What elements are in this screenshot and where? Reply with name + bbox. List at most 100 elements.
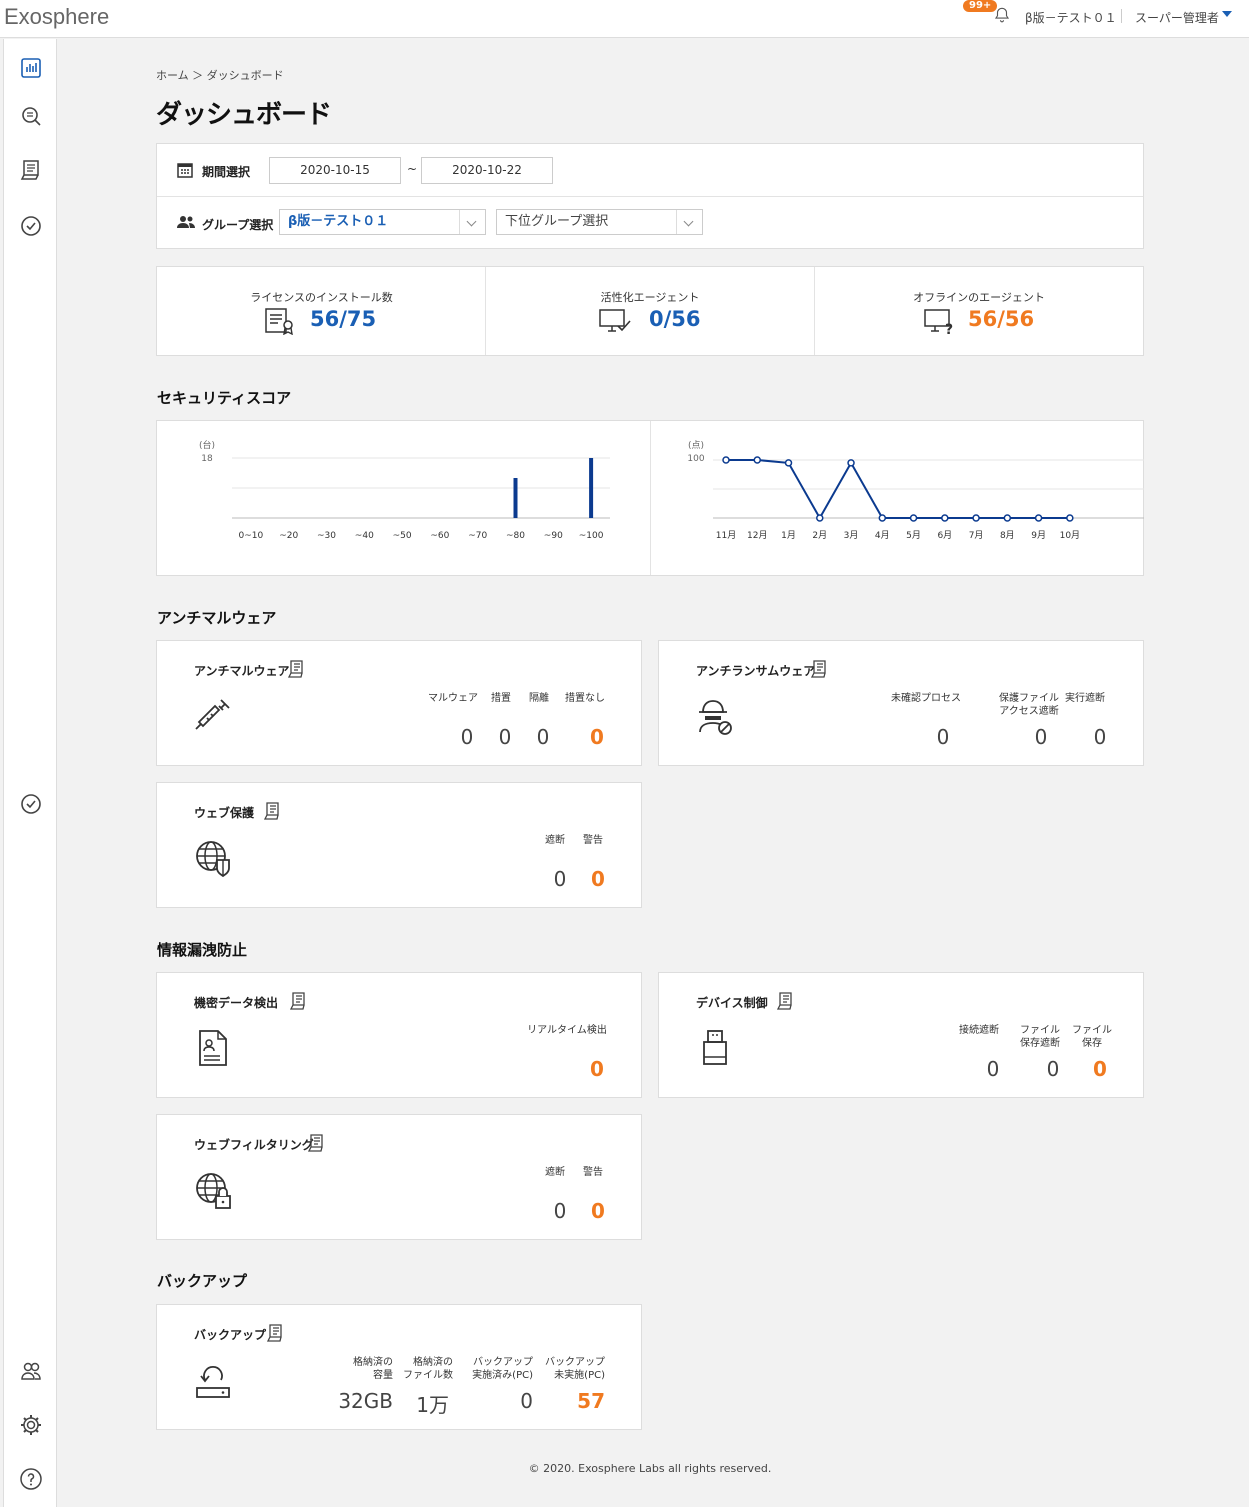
breadcrumb[interactable]: ホーム ＞ ダッシュボード (156, 67, 284, 83)
stat-offline-agents[interactable]: オフラインのエージェント ? 56/56 (814, 267, 1143, 355)
x-tick-label: 5月 (906, 530, 921, 541)
date-separator: ~ (407, 162, 418, 176)
card-antiransomware[interactable]: アンチランサムウェア 未確認プロセス 保護ファイル アクセス遮断 実行遮断 0 … (658, 640, 1144, 766)
report-icon[interactable] (811, 660, 827, 678)
gear-icon[interactable] (17, 1411, 45, 1439)
bar (513, 478, 518, 518)
calendar-icon (177, 163, 193, 178)
syringe-icon (195, 699, 230, 730)
caret-down-icon[interactable] (1222, 11, 1232, 17)
stat-value: 0/56 (649, 307, 701, 331)
col-label: マルウェア (428, 693, 478, 704)
svg-text:?: ? (945, 322, 953, 335)
app-logo[interactable]: Exosphere (4, 4, 109, 30)
col-label: 警告 (583, 835, 603, 846)
report-icon[interactable] (290, 992, 306, 1010)
no-action-count: 0 (590, 725, 604, 749)
bell-icon[interactable] (993, 6, 1011, 24)
report-icon[interactable] (267, 1324, 283, 1342)
block-count: 0 (553, 867, 567, 891)
stat-active-agents[interactable]: 活性化エージェント 0/56 (485, 267, 814, 355)
card-backup[interactable]: バックアップ 格納済の 容量 格納済の ファイル数 バックアップ 実施済み(PC… (156, 1304, 642, 1430)
col-label: ファイル 保存遮断 (1020, 1025, 1060, 1049)
quarantine-count: 0 (536, 725, 550, 749)
divider (1121, 9, 1122, 23)
users-icon[interactable] (17, 1357, 45, 1385)
y-tick-label: 18 (201, 454, 213, 464)
col-label: バックアップ 未実施(PC) (545, 1357, 605, 1381)
monitor-question-icon: ? (924, 309, 953, 335)
warning-count: 0 (591, 867, 605, 891)
action-count: 0 (498, 725, 512, 749)
y-axis-unit: (点) (688, 440, 704, 451)
subgroup-select-placeholder: 下位グループ選択 (505, 214, 609, 229)
date-from-input[interactable]: 2020-10-15 (269, 157, 401, 184)
period-row: 期間選択 2020-10-15 ~ 2020-10-22 (157, 144, 1143, 197)
score-distribution-bar-chart: (台) 18 0~10 ~20 ~30 ~40 ~50 ~60 ~70 ~80 ~90 ~100 (199, 439, 610, 541)
card-confidential-data[interactable]: 機密データ検出 リアルタイム検出 0 (156, 972, 642, 1098)
x-tick-label: 12月 (747, 530, 767, 541)
stat-license[interactable]: ライセンスのインストール数 56/75 (157, 267, 486, 355)
chevron-down-icon (459, 210, 485, 234)
date-to-input[interactable]: 2020-10-22 (421, 157, 553, 184)
section-title-dlp: 情報漏洩防止 (157, 941, 248, 959)
search-icon[interactable] (17, 102, 45, 130)
x-tick-label: 0~10 (239, 531, 264, 541)
dashboard-chart-icon[interactable] (17, 54, 45, 82)
period-label: 期間選択 (202, 165, 251, 179)
x-tick-label: 6月 (937, 530, 952, 541)
data-point (847, 459, 855, 467)
col-label: 隔離 (529, 693, 549, 704)
stat-label: ライセンスのインストール数 (250, 291, 393, 304)
user-menu[interactable]: スーパー管理者 (1135, 9, 1219, 26)
score-trend-line-chart: (点) 100 11月 12月 1月 2月 3月 4月 5月 6月 7月 8月 9月 10月 (687, 440, 1144, 541)
group-row: グループ選択 β版－テスト０１ 下位グループ選択 (157, 197, 1143, 250)
data-point (816, 514, 824, 522)
group-select[interactable]: β版－テスト０１ (279, 209, 486, 235)
block-count: 0 (553, 1199, 567, 1223)
col-label: 保護ファイル アクセス遮断 (999, 693, 1059, 717)
backup-drive-icon (196, 1366, 230, 1398)
backup-done-pc-count: 0 (520, 1389, 533, 1413)
subgroup-select[interactable]: 下位グループ選択 (496, 209, 703, 235)
connection-block-count: 0 (986, 1057, 1000, 1081)
check-circle-icon[interactable] (17, 790, 45, 818)
report-icon[interactable] (17, 156, 45, 184)
group-icon (177, 216, 195, 228)
data-point (909, 514, 918, 522)
stat-value: 56/75 (310, 307, 377, 331)
data-point (722, 456, 730, 464)
group-label: グループ選択 (202, 218, 274, 232)
x-tick-label: 7月 (969, 530, 984, 541)
card-web-protection[interactable]: ウェブ保護 遮断 警告 0 0 (156, 782, 642, 908)
col-label: 格納済の 容量 (353, 1357, 393, 1381)
x-tick-label: ~40 (355, 531, 374, 541)
x-tick-label: 1月 (781, 530, 796, 541)
col-label: 遮断 (545, 835, 565, 846)
card-web-filtering[interactable]: ウェブフィルタリング 遮断 警告 0 0 (156, 1114, 642, 1240)
report-icon[interactable] (308, 1134, 324, 1152)
bar (589, 458, 594, 518)
card-antimalware[interactable]: アンチマルウェア マルウェア 措置 隔離 措置なし 0 0 0 0 (156, 640, 642, 766)
footer-copyright: © 2020. Exosphere Labs all rights reserv… (528, 1462, 772, 1475)
card-title: ウェブフィルタリング (194, 1138, 314, 1152)
filter-panel: 期間選択 2020-10-15 ~ 2020-10-22 グループ選択 β版－テ… (156, 143, 1144, 249)
report-icon[interactable] (777, 992, 793, 1010)
card-device-control[interactable]: デバイス制御 接続遮断 ファイル 保存遮断 ファイル 保存 0 0 0 (658, 972, 1144, 1098)
col-label: 警告 (583, 1167, 603, 1178)
stat-label: 活性化エージェント (600, 291, 700, 304)
report-icon[interactable] (288, 660, 304, 678)
col-label: 未確認プロセス (891, 693, 961, 704)
col-label: ファイル 保存 (1072, 1025, 1112, 1049)
check-circle-icon[interactable] (17, 212, 45, 240)
protected-file-block-count: 0 (1034, 725, 1048, 749)
current-group[interactable]: β版－テスト０１ (1025, 9, 1117, 26)
group-select-value: β版－テスト０１ (288, 214, 389, 229)
y-tick-label: 100 (687, 454, 704, 464)
stored-capacity: 32GB (338, 1389, 393, 1413)
summary-stats: ライセンスのインストール数 56/75 活性化エージェント 0/56 オフライン… (156, 266, 1144, 356)
report-icon[interactable] (264, 802, 280, 820)
security-score-charts: (台) 18 0~10 ~20 ~30 ~40 ~50 ~60 ~70 ~80 ~90 ~100 (点… (156, 420, 1144, 576)
page-title: ダッシュボード (156, 100, 332, 130)
malware-count: 0 (460, 725, 474, 749)
